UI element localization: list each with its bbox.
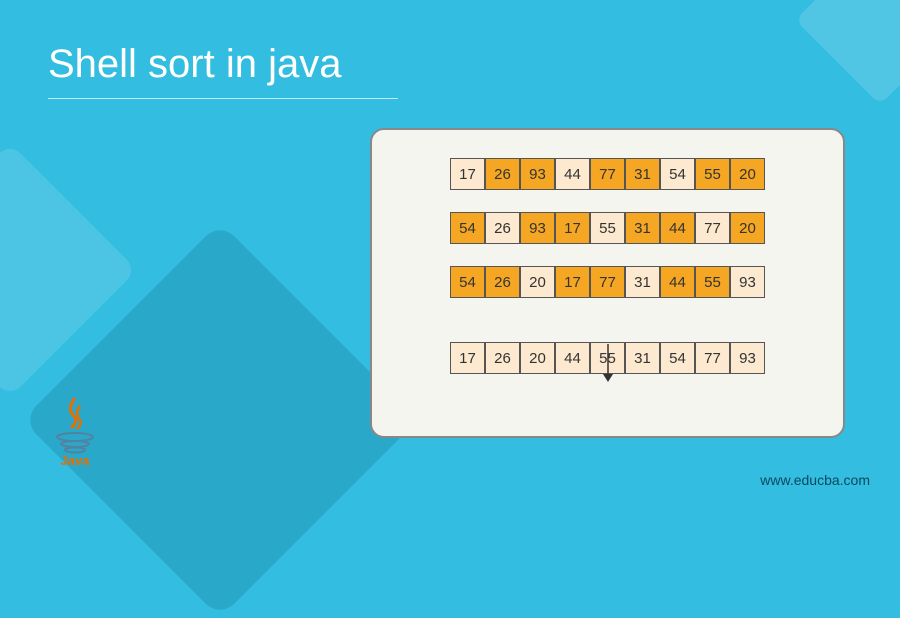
array-cell: 31 [625,212,660,244]
title-underline [48,98,398,99]
array-cell: 93 [730,342,765,374]
array-cell: 77 [590,266,625,298]
array-cell: 44 [555,342,590,374]
array-cell: 55 [590,212,625,244]
site-url: www.educba.com [760,472,870,488]
array-cell: 77 [695,342,730,374]
array-cell: 93 [730,266,765,298]
array-cell: 20 [730,158,765,190]
array-cell: 44 [555,158,590,190]
array-cell: 20 [730,212,765,244]
array-cell: 17 [555,266,590,298]
array-cell: 55 [695,266,730,298]
java-logo: Java [40,390,110,470]
array-cell: 44 [660,266,695,298]
array-cell: 93 [520,212,555,244]
array-cell: 26 [485,212,520,244]
array-row-3: 542620177731445593 [450,266,765,298]
array-cell: 54 [450,212,485,244]
array-cell: 20 [520,342,555,374]
array-cell: 54 [660,158,695,190]
array-cell: 55 [695,158,730,190]
array-cell: 26 [485,342,520,374]
array-cell: 31 [625,342,660,374]
array-cell: 17 [450,158,485,190]
page-title: Shell sort in java [48,42,341,87]
array-cell: 26 [485,266,520,298]
array-row-2: 542693175531447720 [450,212,765,244]
arrow-down-icon [598,342,618,384]
array-cell: 17 [555,212,590,244]
array-row-1: 172693447731545520 [450,158,765,190]
array-cell: 31 [625,158,660,190]
array-cell: 93 [520,158,555,190]
array-cell: 77 [590,158,625,190]
array-cell: 20 [520,266,555,298]
array-cell: 44 [660,212,695,244]
array-cell: 54 [660,342,695,374]
array-cell: 31 [625,266,660,298]
array-cell: 77 [695,212,730,244]
svg-text:Java: Java [61,453,91,468]
bg-decor-shape [795,0,900,105]
array-cell: 54 [450,266,485,298]
array-cell: 17 [450,342,485,374]
array-cell: 26 [485,158,520,190]
diagram-panel: 172693447731545520 542693175531447720 54… [370,128,845,438]
